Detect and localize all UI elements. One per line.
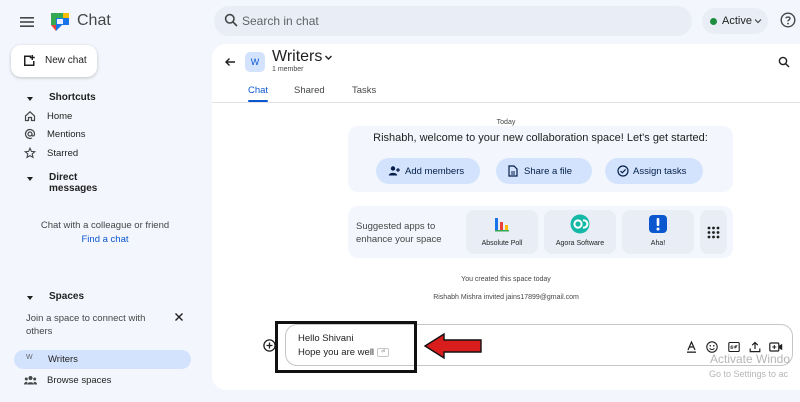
hamburger-icon xyxy=(20,17,34,27)
aha-icon xyxy=(649,215,667,233)
add-members-label: Add members xyxy=(405,166,465,177)
app-absolute-poll[interactable]: Absolute Poll xyxy=(466,210,538,254)
tab-chat[interactable]: Chat xyxy=(248,85,268,96)
sidebar-item-label: Mentions xyxy=(47,129,86,140)
sidebar-item-writers[interactable]: W Writers xyxy=(14,350,191,369)
highlight-box xyxy=(275,321,417,373)
direct-messages-label: Direct messages xyxy=(49,172,98,194)
spaces-note: Join a space to connect with others xyxy=(26,313,146,337)
search-input[interactable] xyxy=(242,6,662,36)
share-file-button[interactable]: Share a file xyxy=(496,158,592,184)
dm-empty-text: Chat with a colleague or friend xyxy=(40,220,170,231)
star-icon xyxy=(24,147,36,159)
add-person-icon xyxy=(388,166,400,176)
close-icon xyxy=(175,313,183,321)
back-button[interactable] xyxy=(224,56,236,68)
tabs-divider xyxy=(212,102,800,103)
more-apps-button[interactable] xyxy=(700,210,727,254)
app-agora-software[interactable]: Agora Software xyxy=(544,210,616,254)
suggested-apps-text: Suggested apps to enhance your space xyxy=(356,221,442,245)
pointer-arrow-icon xyxy=(422,331,484,361)
chevron-down-icon[interactable] xyxy=(324,53,333,62)
agora-icon xyxy=(570,214,590,234)
space-avatar: W xyxy=(245,52,265,72)
arrow-back-icon xyxy=(225,58,235,66)
format-text-icon xyxy=(687,341,696,353)
system-message: Rishabh Mishra invited jains17899@gmail.… xyxy=(433,294,579,301)
app-aha[interactable]: Aha! xyxy=(622,210,694,254)
assign-tasks-button[interactable]: Assign tasks xyxy=(605,158,703,184)
tab-shared[interactable]: Shared xyxy=(294,85,325,96)
new-chat-icon xyxy=(24,55,35,66)
space-badge: W xyxy=(26,354,33,361)
welcome-text: Rishabh, welcome to your new collaborati… xyxy=(373,132,708,144)
file-icon xyxy=(508,165,518,177)
help-icon xyxy=(780,12,796,28)
chevron-down-icon xyxy=(754,19,762,24)
browse-spaces-label: Browse spaces xyxy=(47,375,112,386)
main-menu-button[interactable] xyxy=(16,11,38,33)
caret-down-icon xyxy=(27,177,33,181)
caret-down-icon xyxy=(27,97,33,101)
suggested-apps-card: Suggested apps to enhance your space Abs… xyxy=(348,206,733,258)
help-button[interactable] xyxy=(780,12,796,28)
add-members-button[interactable]: Add members xyxy=(376,158,480,184)
dismiss-note-button[interactable] xyxy=(174,312,184,322)
activation-watermark: Activate Windo xyxy=(710,352,791,366)
status-label: Active xyxy=(722,15,752,27)
assign-tasks-label: Assign tasks xyxy=(633,166,687,177)
shortcuts-header-label: Shortcuts xyxy=(49,92,96,103)
sidebar-item-label: Home xyxy=(47,111,73,122)
status-dropdown[interactable]: Active xyxy=(702,8,768,34)
poll-icon xyxy=(495,218,509,232)
home-icon xyxy=(24,110,36,122)
format-text-button[interactable] xyxy=(686,341,697,353)
new-chat-label: New chat xyxy=(45,55,87,66)
share-file-label: Share a file xyxy=(524,166,573,177)
app-label: Aha! xyxy=(650,240,666,247)
app-title: Chat xyxy=(77,12,111,29)
app-label: Absolute Poll xyxy=(481,240,523,247)
search-icon xyxy=(778,56,790,68)
search-in-space-button[interactable] xyxy=(778,56,790,68)
task-icon xyxy=(617,165,629,177)
activation-watermark-subtext: Go to Settings to ac xyxy=(709,369,789,379)
space-name[interactable]: Writers xyxy=(272,48,322,66)
caret-down-icon xyxy=(27,296,33,300)
system-message: You created this space today xyxy=(461,276,551,283)
search-icon[interactable] xyxy=(224,13,238,27)
search-bar[interactable] xyxy=(214,6,692,36)
at-sign-icon xyxy=(24,128,36,140)
new-chat-button[interactable]: New chat xyxy=(11,45,97,77)
status-dot xyxy=(710,18,717,25)
sidebar-item-label: Writers xyxy=(48,354,78,365)
find-a-chat-link[interactable]: Find a chat xyxy=(20,234,190,245)
app-label: Agora Software xyxy=(555,240,605,247)
groups-icon xyxy=(24,376,37,385)
chat-logo-icon xyxy=(48,10,72,34)
tab-tasks[interactable]: Tasks xyxy=(352,85,376,96)
spaces-header-label: Spaces xyxy=(49,291,85,302)
apps-grid-icon xyxy=(707,226,720,239)
day-divider: Today xyxy=(496,119,516,126)
welcome-card: Rishabh, welcome to your new collaborati… xyxy=(348,126,733,192)
sidebar-item-label: Starred xyxy=(47,148,79,159)
member-count: 1 member xyxy=(272,66,304,73)
